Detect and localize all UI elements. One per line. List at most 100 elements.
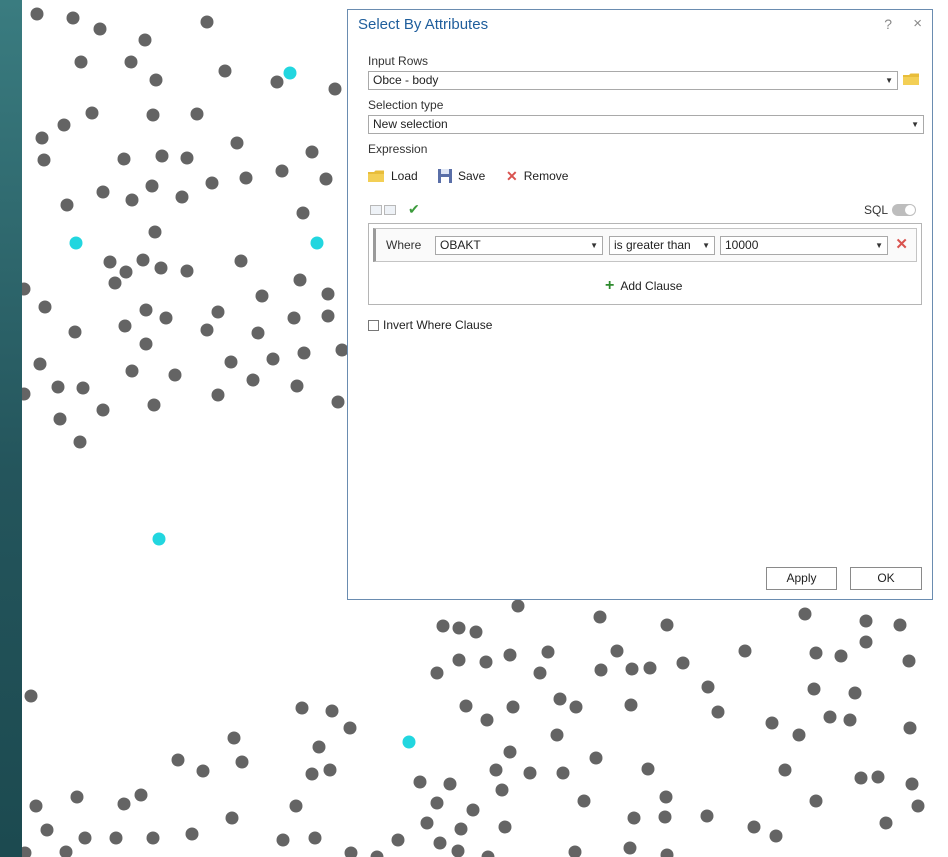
map-point[interactable]	[53, 412, 67, 426]
map-point[interactable]	[452, 621, 466, 635]
map-point[interactable]	[159, 311, 173, 325]
map-point[interactable]	[149, 73, 163, 87]
map-point[interactable]	[321, 287, 335, 301]
map-point[interactable]	[854, 771, 868, 785]
map-point[interactable]	[138, 33, 152, 47]
map-point[interactable]	[893, 618, 907, 632]
map-point[interactable]	[139, 337, 153, 351]
map-point[interactable]	[205, 176, 219, 190]
map-point[interactable]	[506, 700, 520, 714]
map-point[interactable]	[224, 355, 238, 369]
ok-button[interactable]: OK	[850, 567, 922, 590]
map-point[interactable]	[293, 273, 307, 287]
map-point[interactable]	[344, 846, 358, 857]
map-point[interactable]	[807, 682, 821, 696]
map-point[interactable]	[175, 190, 189, 204]
where-clause-row[interactable]: Where OBAKT ▼ is greater than ▼ 10000 ▼ …	[373, 228, 917, 262]
map-point[interactable]	[624, 698, 638, 712]
map-point[interactable]	[225, 811, 239, 825]
map-point[interactable]	[180, 264, 194, 278]
map-point[interactable]	[879, 816, 893, 830]
map-point[interactable]	[503, 745, 517, 759]
map-point[interactable]	[623, 841, 637, 855]
sql-toggle[interactable]	[892, 204, 916, 216]
clause-mode-icon[interactable]	[370, 205, 382, 215]
map-point[interactable]	[59, 845, 73, 857]
map-point[interactable]	[22, 846, 32, 857]
map-point[interactable]	[905, 777, 919, 791]
map-point[interactable]	[308, 831, 322, 845]
map-point[interactable]	[325, 704, 339, 718]
map-point[interactable]	[454, 822, 468, 836]
map-point[interactable]	[66, 11, 80, 25]
map-point[interactable]	[230, 136, 244, 150]
map-point[interactable]	[145, 179, 159, 193]
map-point[interactable]	[22, 282, 31, 296]
map-point[interactable]	[495, 783, 509, 797]
map-point[interactable]	[139, 303, 153, 317]
map-point[interactable]	[641, 762, 655, 776]
map-point[interactable]	[171, 753, 185, 767]
sql-toggle-group[interactable]: SQL	[864, 203, 916, 217]
map-point[interactable]	[255, 289, 269, 303]
map-point[interactable]	[155, 149, 169, 163]
map-point[interactable]	[859, 614, 873, 628]
map-point[interactable]	[38, 300, 52, 314]
map-point[interactable]	[96, 403, 110, 417]
map-point[interactable]	[146, 831, 160, 845]
operator-dropdown[interactable]: is greater than ▼	[609, 236, 715, 255]
map-point[interactable]	[747, 820, 761, 834]
save-button[interactable]: Save	[438, 167, 485, 185]
map-point[interactable]	[328, 82, 342, 96]
map-point[interactable]	[270, 75, 284, 89]
map-point-selected[interactable]	[402, 735, 416, 749]
map-point[interactable]	[443, 777, 457, 791]
map-point[interactable]	[911, 799, 925, 813]
map-point[interactable]	[57, 118, 71, 132]
map-point[interactable]	[738, 644, 752, 658]
map-point[interactable]	[625, 662, 639, 676]
map-point[interactable]	[370, 850, 384, 857]
invert-checkbox[interactable]	[368, 319, 379, 331]
map-point[interactable]	[154, 261, 168, 275]
map-point[interactable]	[117, 152, 131, 166]
map-point[interactable]	[430, 666, 444, 680]
map-point[interactable]	[218, 64, 232, 78]
map-point[interactable]	[859, 635, 873, 649]
invert-where-clause-option[interactable]: Invert Where Clause	[368, 318, 492, 332]
map-point[interactable]	[594, 663, 608, 677]
map-point-selected[interactable]	[69, 236, 83, 250]
map-point[interactable]	[660, 848, 674, 857]
map-point[interactable]	[459, 699, 473, 713]
map-point[interactable]	[479, 655, 493, 669]
map-point[interactable]	[235, 755, 249, 769]
map-point[interactable]	[413, 775, 427, 789]
map-point[interactable]	[74, 55, 88, 69]
map-point[interactable]	[778, 763, 792, 777]
map-point[interactable]	[769, 829, 783, 843]
map-point[interactable]	[436, 619, 450, 633]
field-dropdown[interactable]: OBAKT ▼	[435, 236, 603, 255]
map-point[interactable]	[136, 253, 150, 267]
map-point[interactable]	[541, 645, 555, 659]
map-point[interactable]	[701, 680, 715, 694]
selection-type-dropdown[interactable]: New selection ▼	[368, 115, 924, 134]
map-point[interactable]	[239, 171, 253, 185]
map-point[interactable]	[848, 686, 862, 700]
map-point[interactable]	[22, 387, 31, 401]
map-point[interactable]	[117, 797, 131, 811]
map-point-selected[interactable]	[283, 66, 297, 80]
close-icon[interactable]: ×	[913, 15, 922, 32]
map-point[interactable]	[700, 809, 714, 823]
map-point[interactable]	[227, 731, 241, 745]
map-point[interactable]	[658, 810, 672, 824]
map-point[interactable]	[902, 654, 916, 668]
map-point[interactable]	[420, 816, 434, 830]
map-point-selected[interactable]	[152, 532, 166, 546]
add-clause-button[interactable]: + Add Clause	[605, 277, 682, 295]
map-point[interactable]	[276, 833, 290, 847]
map-point[interactable]	[391, 833, 405, 847]
map-point[interactable]	[118, 319, 132, 333]
map-point[interactable]	[108, 276, 122, 290]
map-point[interactable]	[323, 763, 337, 777]
